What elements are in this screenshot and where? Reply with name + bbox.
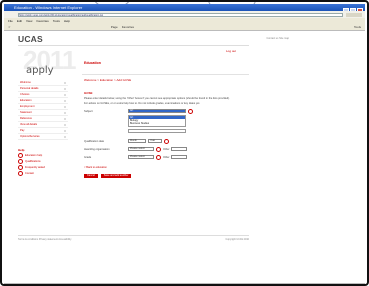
logo-word: apply (26, 65, 54, 76)
browser-window: Education - Windows Internet Explorer ht… (0, 0, 369, 286)
menu-edit[interactable]: Edit (17, 19, 22, 23)
list-item[interactable]: Business Studies (129, 122, 185, 125)
note-text: For advice on GCSEs, or on extra help ho… (84, 102, 201, 106)
qualification-date-label: Qualification date (84, 139, 105, 143)
back-link[interactable]: < Back to education (84, 166, 249, 169)
page-menu[interactable]: Page (111, 25, 118, 29)
form-area: GCSE Please enter details below, using t… (84, 91, 249, 178)
form-buttons: Cancel Save and add another (84, 173, 249, 178)
menu-tools[interactable]: Tools (53, 19, 60, 23)
help-link[interactable]: Contact (18, 170, 68, 176)
cancel-button[interactable]: Cancel (84, 173, 98, 178)
favorites-star-icon[interactable]: ☆ (8, 25, 11, 29)
month-select[interactable]: Month (128, 139, 146, 144)
page-footer: Terms & conditions Privacy statement Acc… (18, 235, 249, 241)
sidebar-item-options[interactable]: Options/Services (18, 134, 68, 140)
help-icon[interactable] (164, 138, 169, 144)
other-subject-input[interactable] (128, 128, 186, 133)
grade-row: Grade Please select Other (84, 154, 249, 160)
help-icon[interactable] (156, 154, 161, 160)
instructions-text: Please enter details below, using the 'O… (84, 97, 230, 100)
awarding-other-input[interactable] (170, 147, 187, 152)
menu-file[interactable]: File (8, 19, 13, 23)
help-icon[interactable] (156, 146, 161, 152)
footer-links[interactable]: Terms & conditions Privacy statement Acc… (18, 238, 71, 241)
info-icon (18, 170, 23, 176)
subject-row: Subject Art (84, 108, 249, 114)
subject-label: Subject (84, 109, 93, 113)
menu-view[interactable]: View (26, 19, 32, 23)
menu-help[interactable]: Help (64, 19, 70, 23)
header-links[interactable]: Contact us Site map (266, 37, 289, 40)
menu-favorites[interactable]: Favorites (36, 19, 48, 23)
save-add-button[interactable]: Save and add another (100, 173, 132, 178)
subject-select[interactable]: Art (128, 109, 186, 114)
divider (82, 74, 249, 75)
info-icon (18, 152, 23, 158)
qualification-date-row: Qualification date Month Year (84, 138, 249, 144)
sidebar-nav: Welcome Personal details Choices Educati… (18, 80, 68, 176)
window-title: Education - Windows Internet Explorer (14, 5, 83, 10)
subject-listbox[interactable]: Art Biology Business Studies (128, 114, 186, 127)
other-label: Other (163, 155, 170, 159)
help-icon[interactable] (188, 108, 193, 114)
grade-other-input[interactable] (170, 155, 187, 160)
awarding-label: Awarding organisation (84, 147, 110, 151)
web-page: UCAS Contact us Site map Log out 2011 ap… (4, 31, 365, 283)
window-titlebar: Education - Windows Internet Explorer (4, 4, 365, 13)
command-bar: ☆ Page Favorites Tools (4, 24, 365, 31)
favorites-menu[interactable]: Favorites (122, 25, 134, 29)
grade-label: Grade (84, 155, 92, 159)
awarding-select[interactable]: Please select (128, 147, 154, 152)
section-heading: GCSE (84, 91, 93, 95)
grade-select[interactable]: Please select (128, 155, 154, 160)
ucas-logo[interactable]: UCAS (18, 34, 43, 44)
other-label: Other (163, 147, 170, 151)
breadcrumb[interactable]: Welcome > Education > Add GCSE (84, 78, 131, 82)
info-icon (18, 164, 23, 170)
tools-menu[interactable]: Tools (354, 25, 361, 29)
address-input[interactable]: https://apply.ucas.com/apply2011/educati… (18, 12, 343, 17)
search-box[interactable] (346, 12, 362, 17)
year-select[interactable]: Year (148, 139, 162, 144)
info-icon (18, 158, 23, 164)
copyright: Copyright UCAS 2010 (225, 238, 249, 241)
page-title: Education (84, 61, 101, 65)
awarding-row: Awarding organisation Please select Othe… (84, 146, 249, 152)
logout-link[interactable]: Log out (226, 49, 236, 53)
